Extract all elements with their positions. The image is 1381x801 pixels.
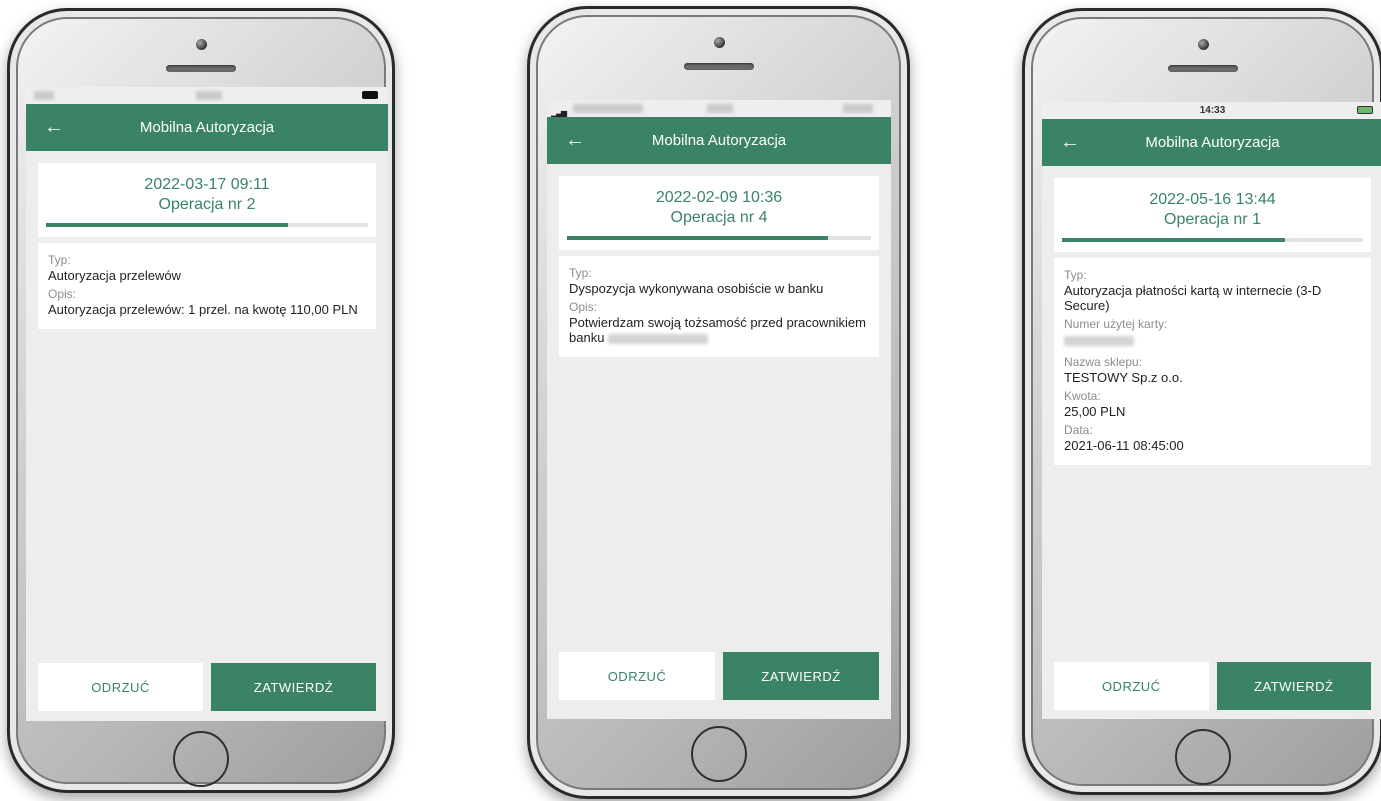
countdown-progress-bar	[1062, 238, 1363, 242]
status-time: 14:33	[1199, 105, 1226, 116]
phone-3-screen: 14:33 ← Mobilna Autoryzacja 2022-05-16 1…	[1042, 102, 1381, 719]
speaker-grille	[1167, 65, 1238, 72]
status-bar	[26, 87, 388, 104]
home-button[interactable]	[173, 731, 229, 787]
field-label-date: Data:	[1064, 423, 1093, 437]
status-bar: 14:33	[1042, 102, 1381, 119]
operation-number: Operacja nr 1	[1164, 211, 1261, 228]
reject-button[interactable]: ODRZUĆ	[559, 652, 715, 700]
operation-header-card: 2022-05-16 13:44 Operacja nr 1	[1054, 178, 1371, 252]
field-value-type: Dyspozycja wykonywana osobiście w banku	[569, 281, 824, 296]
operation-number: Operacja nr 2	[158, 196, 256, 213]
app-bar: ← Mobilna Autoryzacja	[1042, 119, 1381, 166]
app-bar: ← Mobilna Autoryzacja	[26, 104, 388, 151]
action-buttons: ODRZUĆ ZATWIERDŹ	[38, 663, 376, 711]
field-value-amount: 25,00 PLN	[1064, 404, 1126, 419]
battery-charging-icon	[1357, 106, 1373, 114]
action-buttons: ODRZUĆ ZATWIERDŹ	[1054, 662, 1371, 710]
page-title: Mobilna Autoryzacja	[1145, 134, 1280, 151]
operation-header-card: 2022-03-17 09:11 Operacja nr 2	[38, 163, 376, 237]
field-label-card-number: Numer użytej karty:	[1064, 317, 1168, 331]
confirm-button[interactable]: ZATWIERDŹ	[1216, 662, 1371, 710]
countdown-progress-fill	[46, 223, 288, 227]
operation-header-card: 2022-02-09 10:36 Operacja nr 4	[559, 176, 879, 250]
operation-number: Operacja nr 4	[670, 209, 768, 226]
redacted-text	[608, 333, 709, 344]
page-title: Mobilna Autoryzacja	[651, 132, 787, 149]
countdown-progress-bar	[567, 236, 871, 240]
field-value-type: Autoryzacja przelewów	[48, 268, 181, 283]
home-button[interactable]	[690, 726, 747, 782]
camera-icon	[196, 39, 207, 50]
app-bar: ← Mobilna Autoryzacja	[547, 117, 891, 164]
reject-button[interactable]: ODRZUĆ	[1054, 662, 1209, 710]
camera-icon	[713, 37, 725, 48]
back-arrow-icon[interactable]: ←	[565, 129, 585, 152]
speaker-grille	[683, 63, 754, 70]
field-label-type: Typ:	[48, 253, 71, 267]
phone-1: ← Mobilna Autoryzacja 2022-03-17 09:11 O…	[7, 8, 395, 793]
operation-details: Typ: Dyspozycja wykonywana osobiście w b…	[559, 256, 879, 357]
field-value-description: Potwierdzam swoją tożsamość przed pracow…	[569, 315, 869, 345]
redacted-card-number	[1064, 335, 1134, 346]
field-label-description: Opis:	[48, 287, 77, 301]
reject-button[interactable]: ODRZUĆ	[38, 663, 203, 711]
field-value-type: Autoryzacja płatności kartą w internecie…	[1064, 283, 1322, 313]
confirm-button[interactable]: ZATWIERDŹ	[723, 652, 879, 700]
status-bar: ▂▄▆	[547, 100, 891, 118]
back-arrow-icon[interactable]: ←	[1060, 131, 1080, 154]
home-button[interactable]	[1174, 729, 1231, 785]
action-buttons: ODRZUĆ ZATWIERDŹ	[559, 652, 879, 700]
field-label-shop-name: Nazwa sklepu:	[1064, 355, 1143, 369]
battery-icon	[362, 91, 378, 99]
back-arrow-icon[interactable]: ←	[44, 116, 64, 139]
page-title: Mobilna Autoryzacja	[139, 119, 275, 136]
field-value-card-number	[1064, 332, 1361, 347]
operation-datetime: 2022-03-17 09:11	[144, 176, 270, 193]
field-label-description: Opis:	[569, 300, 598, 314]
field-label-amount: Kwota:	[1064, 389, 1101, 403]
countdown-progress-fill	[567, 236, 829, 240]
operation-details: Typ: Autoryzacja płatności kartą w inter…	[1054, 258, 1371, 465]
phone-2: ▂▄▆ ← Mobilna Autoryzacja 2022-02-09 10:…	[527, 6, 910, 799]
field-label-type: Typ:	[1064, 268, 1087, 282]
field-label-type: Typ:	[569, 266, 592, 280]
countdown-progress-bar	[46, 223, 368, 227]
field-value-shop-name: TESTOWY Sp.z o.o.	[1064, 370, 1183, 385]
field-value-date: 2021-06-11 08:45:00	[1064, 438, 1184, 453]
phone-2-screen: ▂▄▆ ← Mobilna Autoryzacja 2022-02-09 10:…	[547, 100, 891, 719]
field-value-description: Autoryzacja przelewów: 1 przel. na kwotę…	[48, 302, 358, 317]
speaker-grille	[166, 65, 236, 72]
operation-datetime: 2022-05-16 13:44	[1149, 191, 1276, 208]
operation-details: Typ: Autoryzacja przelewów Opis: Autoryz…	[38, 243, 376, 329]
countdown-progress-fill	[1062, 238, 1285, 242]
phone-1-screen: ← Mobilna Autoryzacja 2022-03-17 09:11 O…	[26, 87, 388, 721]
operation-datetime: 2022-02-09 10:36	[655, 189, 783, 206]
confirm-button[interactable]: ZATWIERDŹ	[211, 663, 376, 711]
camera-icon	[1197, 39, 1209, 50]
phone-3: 14:33 ← Mobilna Autoryzacja 2022-05-16 1…	[1022, 8, 1381, 795]
